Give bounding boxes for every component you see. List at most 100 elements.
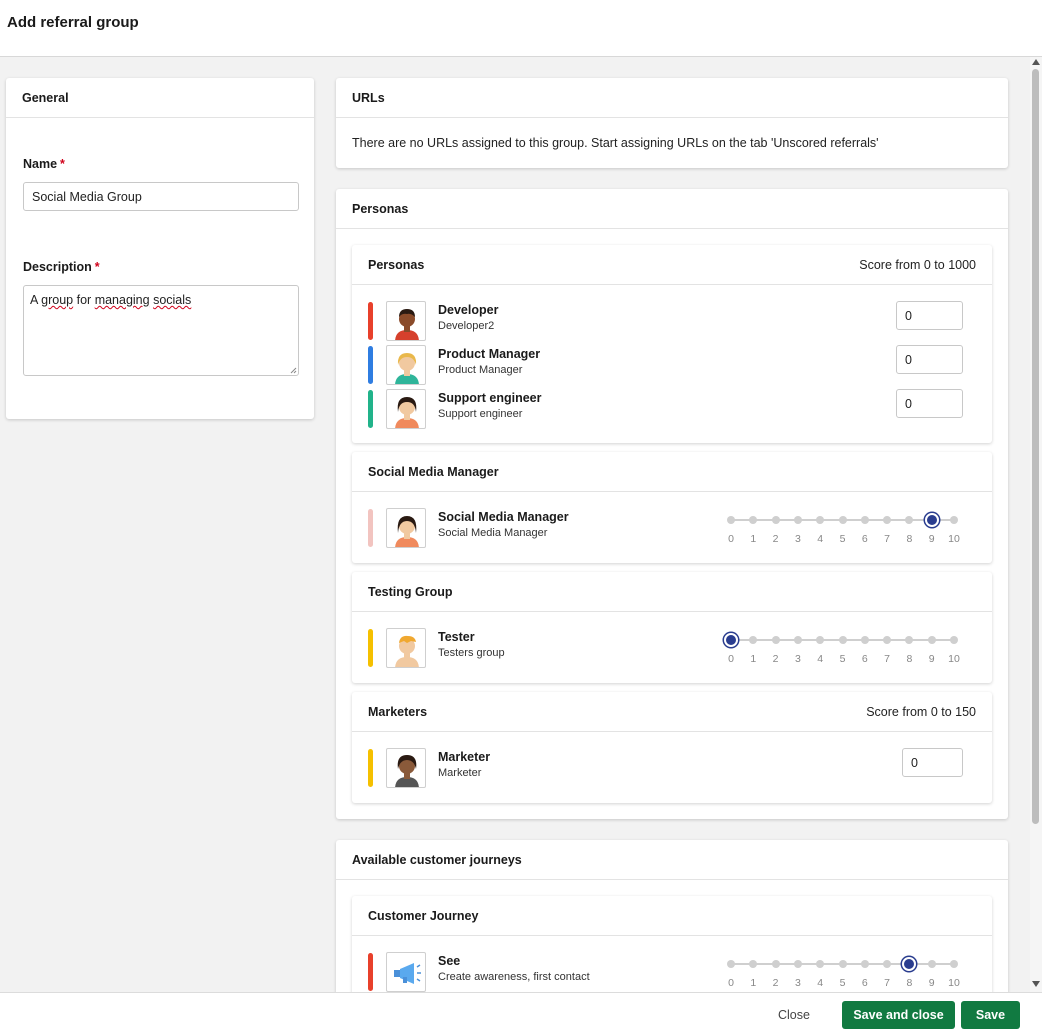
slider-tick-label: 9 xyxy=(928,533,935,545)
slider-step-dot[interactable] xyxy=(905,516,914,524)
megaphone-icon xyxy=(386,952,426,992)
slider-tick-label: 5 xyxy=(839,977,846,989)
persona-score-input[interactable]: 0 xyxy=(896,389,963,418)
tester-avatar-icon xyxy=(386,628,426,668)
persona-score-input[interactable]: 0 xyxy=(902,748,963,777)
slider-step-dot[interactable] xyxy=(816,516,825,524)
slider-handle[interactable] xyxy=(924,513,939,527)
slider-tick-label: 3 xyxy=(794,977,801,989)
slider-step-dot[interactable] xyxy=(883,636,892,644)
general-card: General Name* Description* A group for m… xyxy=(6,78,314,419)
slider-tick-label: 6 xyxy=(861,533,868,545)
persona-row-product-manager: Product Manager Product Manager 0 xyxy=(368,345,978,385)
slider-tick-label: 4 xyxy=(817,977,824,989)
slider-step-dot[interactable] xyxy=(816,636,825,644)
resize-handle-icon[interactable] xyxy=(290,367,297,374)
slider-step-dot[interactable] xyxy=(883,516,892,524)
slider-tick-label: 9 xyxy=(928,977,935,989)
slider-step-dot[interactable] xyxy=(860,516,869,524)
slider-step-dot[interactable] xyxy=(860,636,869,644)
slider-handle[interactable] xyxy=(902,957,917,971)
journey-group-title: Customer Journey xyxy=(368,909,479,923)
slider-step-dot[interactable] xyxy=(749,636,758,644)
slider-tick-label: 8 xyxy=(906,653,913,665)
slider-step-dot[interactable] xyxy=(727,960,735,968)
persona-name: Developer xyxy=(438,303,499,317)
slider-tick-label: 10 xyxy=(948,977,960,989)
slider-step-dot[interactable] xyxy=(838,516,847,524)
save-and-close-button[interactable]: Save and close xyxy=(842,1001,955,1029)
persona-color-bar xyxy=(368,629,373,667)
developer-avatar-icon xyxy=(386,301,426,341)
save-button[interactable]: Save xyxy=(961,1001,1020,1029)
score-range-label: Score from 0 to 1000 xyxy=(859,258,976,272)
slider-step-dot[interactable] xyxy=(950,960,958,968)
scroll-up-arrow-icon[interactable] xyxy=(1032,59,1040,65)
scroll-down-arrow-icon[interactable] xyxy=(1032,981,1040,987)
slider-step-dot[interactable] xyxy=(771,960,780,968)
slider-step-dot[interactable] xyxy=(883,960,892,968)
slider-step-dot[interactable] xyxy=(860,960,869,968)
slider-tick-label: 9 xyxy=(928,653,935,665)
slider-step-dot[interactable] xyxy=(950,636,958,644)
persona-subtitle: Testers group xyxy=(438,647,505,659)
slider-step-dot[interactable] xyxy=(905,636,914,644)
slider-tick-label: 0 xyxy=(728,653,734,665)
description-textarea[interactable]: A group for managing socials xyxy=(23,285,299,376)
persona-row-marketer: Marketer Marketer 0 xyxy=(368,748,978,788)
persona-score-slider[interactable]: 0 1 2 3 4 5 6 7 8 9 10 xyxy=(726,510,966,550)
close-button[interactable]: Close xyxy=(778,1008,810,1022)
journey-color-bar xyxy=(368,953,373,991)
slider-handle[interactable] xyxy=(724,633,738,647)
persona-color-bar xyxy=(368,302,373,340)
slider-step-dot[interactable] xyxy=(749,516,758,524)
urls-card: URLs There are no URLs assigned to this … xyxy=(336,78,1008,168)
slider-step-dot[interactable] xyxy=(838,636,847,644)
persona-group-personas: Personas Score from 0 to 1000 Developer … xyxy=(352,245,992,443)
persona-subtitle: Support engineer xyxy=(438,408,523,420)
slider-step-dot[interactable] xyxy=(793,516,802,524)
slider-step-dot[interactable] xyxy=(771,636,780,644)
journey-stage-name: See xyxy=(438,954,461,968)
persona-score-slider[interactable]: 0 1 2 3 4 5 6 7 8 9 10 xyxy=(724,630,966,670)
slider-tick-label: 7 xyxy=(884,653,891,665)
slider-step-dot[interactable] xyxy=(793,636,802,644)
persona-name: Product Manager xyxy=(438,347,541,361)
slider-step-dot[interactable] xyxy=(749,960,758,968)
journey-score-slider[interactable]: 0 1 2 3 4 5 6 7 8 9 10 xyxy=(726,954,966,992)
customer-journeys-header: Available customer journeys xyxy=(336,840,1008,880)
slider-step-dot[interactable] xyxy=(727,516,735,524)
vertical-scrollbar[interactable] xyxy=(1030,57,1042,992)
name-input[interactable] xyxy=(23,182,299,211)
persona-subtitle: Social Media Manager xyxy=(438,527,548,539)
persona-row-social-media-manager: Social Media Manager Social Media Manage… xyxy=(368,508,978,548)
persona-color-bar xyxy=(368,509,373,547)
persona-score-input[interactable]: 0 xyxy=(896,345,963,374)
slider-step-dot[interactable] xyxy=(838,960,847,968)
journey-group-customer-journey: Customer Journey See Create awareness, f… xyxy=(352,896,992,992)
general-card-title: General xyxy=(22,91,69,105)
slider-step-dot[interactable] xyxy=(950,516,958,524)
slider-step-dot[interactable] xyxy=(771,516,780,524)
slider-step-dot[interactable] xyxy=(816,960,825,968)
support-engineer-avatar-icon xyxy=(386,389,426,429)
slider-tick-label: 1 xyxy=(750,653,757,665)
slider-tick-label: 3 xyxy=(794,533,801,545)
slider-tick-label: 10 xyxy=(948,653,960,665)
slider-tick-label: 6 xyxy=(861,653,868,665)
slider-step-dot[interactable] xyxy=(927,960,936,968)
slider-step-dot[interactable] xyxy=(793,960,802,968)
general-card-header: General xyxy=(6,78,314,118)
persona-row-tester: Tester Testers group 0 1 2 3 4 5 6 7 8 9 10 xyxy=(368,628,978,668)
scrollbar-thumb[interactable] xyxy=(1032,69,1039,824)
journey-row-see: See Create awareness, first contact 0 1 2 3… xyxy=(368,952,978,992)
name-label: Name * xyxy=(23,157,65,171)
marketer-avatar-icon xyxy=(386,748,426,788)
slider-tick-label: 5 xyxy=(839,653,846,665)
persona-group-title: Personas xyxy=(368,258,425,272)
slider-tick-label: 8 xyxy=(906,533,913,545)
slider-step-dot[interactable] xyxy=(927,636,936,644)
score-range-label: Score from 0 to 150 xyxy=(866,705,976,719)
persona-score-input[interactable]: 0 xyxy=(896,301,963,330)
dialog-title: Add referral group xyxy=(7,14,139,31)
